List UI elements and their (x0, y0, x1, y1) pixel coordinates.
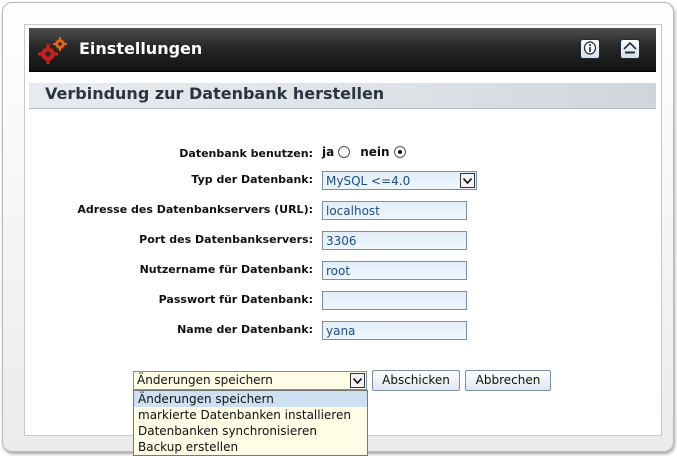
cancel-button[interactable]: Abbrechen (465, 370, 551, 391)
use-db-no-label: nein (360, 145, 390, 159)
submit-button[interactable]: Abschicken (372, 370, 460, 391)
password-label: Passwort für Datenbank: (158, 293, 313, 306)
title-bar: Einstellungen (29, 28, 656, 72)
action-option[interactable]: markierte Datenbanken installieren (134, 407, 367, 423)
use-db-radio-group: ja nein (322, 145, 416, 159)
action-selected-value: Änderungen speichern (137, 373, 273, 387)
chevron-down-icon[interactable] (350, 373, 365, 388)
port-field[interactable]: 3306 (322, 231, 467, 250)
action-option[interactable]: Änderungen speichern (134, 391, 367, 407)
home-button[interactable] (620, 39, 640, 59)
use-db-no-radio[interactable] (393, 146, 406, 158)
home-icon (623, 41, 637, 58)
page-title: Einstellungen (79, 39, 203, 58)
use-db-label: Datenbank benutzen: (179, 147, 313, 160)
dbname-label: Name der Datenbank: (177, 323, 313, 336)
dbname-field[interactable]: yana (322, 321, 467, 340)
user-label: Nutzername für Datenbank: (139, 263, 313, 276)
use-db-yes-label: ja (322, 145, 335, 159)
db-type-label: Typ der Datenbank: (191, 173, 313, 186)
gears-icon (37, 35, 69, 65)
port-label: Port des Datenbankservers: (139, 233, 313, 246)
section-title: Verbindung zur Datenbank herstellen (45, 84, 385, 103)
info-icon (583, 40, 597, 58)
chevron-down-icon[interactable] (460, 173, 475, 188)
info-button[interactable] (580, 39, 600, 59)
db-type-selected-value: MySQL <=4.0 (326, 174, 411, 188)
address-field[interactable]: localhost (322, 201, 467, 220)
action-option[interactable]: Backup erstellen (134, 439, 367, 455)
action-option[interactable]: Datenbanken synchronisieren (134, 423, 367, 439)
password-field[interactable] (322, 291, 467, 310)
use-db-yes-radio[interactable] (338, 146, 351, 158)
db-type-select[interactable]: MySQL <=4.0 (322, 171, 477, 190)
action-select[interactable]: Änderungen speichern (133, 371, 367, 390)
user-field[interactable]: root (322, 261, 467, 280)
address-label: Adresse des Datenbankservers (URL): (77, 203, 313, 216)
section-header: Verbindung zur Datenbank herstellen (29, 83, 656, 109)
action-dropdown-list: Änderungen speichern markierte Datenbank… (133, 390, 368, 456)
